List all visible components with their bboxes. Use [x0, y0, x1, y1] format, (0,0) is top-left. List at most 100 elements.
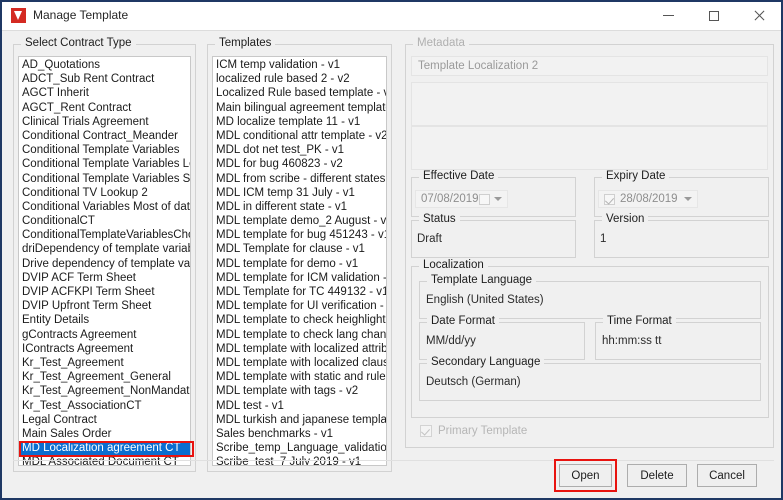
contract-type-item[interactable]: Main Sales Order [19, 427, 190, 441]
contract-type-item[interactable]: ConditionalCT [19, 214, 190, 228]
contract-type-item[interactable]: Kr_Test_Agreement [19, 356, 190, 370]
effective-date-checkbox-icon[interactable] [479, 194, 490, 205]
template-item[interactable]: MDL template for ICM validation - v1 [213, 271, 386, 285]
template-notes-field[interactable] [411, 126, 768, 170]
template-item[interactable]: localized rule based 2 - v2 [213, 72, 386, 86]
status-label: Status [419, 213, 460, 225]
time-format-label: Time Format [603, 315, 676, 327]
template-item[interactable]: Localized Rule based template - v1 [213, 86, 386, 100]
close-button[interactable] [736, 0, 781, 31]
footer-divider [13, 460, 774, 461]
contract-type-item[interactable]: Conditional TV Lookup 2 [19, 186, 190, 200]
template-item[interactable]: MD localize template 11 - v1 [213, 115, 386, 129]
effective-date-value: 07/08/2019 [421, 193, 479, 205]
contract-type-item[interactable]: Conditional Template Variables String [19, 172, 190, 186]
contract-type-item[interactable]: AGCT_Rent Contract [19, 101, 190, 115]
template-item[interactable]: MDL for bug 460823 - v2 [213, 157, 386, 171]
expiry-date-picker[interactable]: 28/08/2019 [598, 190, 698, 208]
localization-label: Localization [419, 259, 488, 271]
contract-type-item[interactable]: ADCT_Sub Rent Contract [19, 72, 190, 86]
template-description-field[interactable] [411, 82, 768, 126]
contract-type-item[interactable]: MD Localization agreement CT [19, 441, 190, 455]
template-item[interactable]: MDL from scribe - different states - [213, 172, 386, 186]
expiry-date-checkbox-icon[interactable] [604, 194, 615, 205]
secondary-language-value: Deutsch (German) [426, 376, 521, 388]
template-item[interactable]: MDL template with localized clause - [213, 356, 386, 370]
contract-type-item[interactable]: Kr_Test_AssociationCT [19, 399, 190, 413]
primary-template-checkbox[interactable]: Primary Template [420, 425, 527, 437]
version-group: Version [594, 220, 769, 258]
contract-type-item[interactable]: gContracts Agreement [19, 328, 190, 342]
maximize-icon [709, 11, 719, 21]
minimize-icon [663, 15, 674, 16]
template-item[interactable]: MDL conditional attr template - v2 [213, 129, 386, 143]
metadata-label: Metadata [413, 37, 469, 49]
template-item[interactable]: MDL ICM temp 31 July - v1 [213, 186, 386, 200]
status-value: Draft [417, 233, 442, 245]
date-format-label: Date Format [427, 315, 499, 327]
secondary-language-label: Secondary Language [427, 356, 544, 368]
template-name-field[interactable]: Template Localization 2 [411, 56, 768, 76]
contract-type-item[interactable]: Conditional Template Variables [19, 143, 190, 157]
template-item[interactable]: Main bilingual agreement template - [213, 101, 386, 115]
template-item[interactable]: MDL template to check heighlight fro [213, 313, 386, 327]
template-item[interactable]: MDL template demo_2 August - v3 [213, 214, 386, 228]
manage-template-dialog: Manage Template Select Contract Type AD_… [0, 0, 783, 500]
primary-template-label: Primary Template [438, 425, 527, 437]
contract-type-item[interactable]: Kr_Test_Agreement_General [19, 370, 190, 384]
template-item[interactable]: MDL Template for TC 449132 - v1 [213, 285, 386, 299]
time-format-value: hh:mm:ss tt [602, 335, 661, 347]
app-red-triangle-icon [11, 8, 26, 23]
expiry-date-dropdown-icon[interactable] [684, 197, 692, 201]
expiry-date-label: Expiry Date [602, 170, 669, 182]
contract-type-item[interactable]: Kr_Test_Agreement_NonMandatory [19, 384, 190, 398]
select-contract-type-label: Select Contract Type [21, 37, 136, 49]
contract-type-item[interactable]: IContracts Agreement [19, 342, 190, 356]
open-button[interactable]: Open [559, 464, 612, 487]
minimize-button[interactable] [646, 0, 691, 31]
window-controls [646, 0, 781, 31]
contract-type-item[interactable]: DVIP ACFKPI Term Sheet [19, 285, 190, 299]
template-item[interactable]: MDL template with static and rule ba [213, 370, 386, 384]
contract-type-item[interactable]: Legal Contract [19, 413, 190, 427]
template-item[interactable]: MDL template for UI verification - v1 [213, 299, 386, 313]
templates-label: Templates [215, 37, 275, 49]
template-item[interactable]: MDL template with localized attribute [213, 342, 386, 356]
effective-date-dropdown-icon[interactable] [494, 197, 502, 201]
contract-type-item[interactable]: DVIP Upfront Term Sheet [19, 299, 190, 313]
template-item[interactable]: MDL template to check lang change i [213, 328, 386, 342]
template-item[interactable]: MDL template with tags - v2 [213, 384, 386, 398]
template-item[interactable]: MDL dot net test_PK - v1 [213, 143, 386, 157]
effective-date-label: Effective Date [419, 170, 498, 182]
contract-type-item[interactable]: Conditional Template Variables Looku [19, 157, 190, 171]
contract-type-item[interactable]: Drive dependency of template variab [19, 257, 190, 271]
template-item[interactable]: Sales benchmarks - v1 [213, 427, 386, 441]
contract-type-item[interactable]: AD_Quotations [19, 58, 190, 72]
contract-type-item[interactable]: Conditional Contract_Meander [19, 129, 190, 143]
template-item[interactable]: MDL test - v1 [213, 399, 386, 413]
contract-type-item[interactable]: DVIP ACF Term Sheet [19, 271, 190, 285]
title-bar: Manage Template [2, 0, 781, 31]
template-language-value: English (United States) [426, 294, 544, 306]
effective-date-picker[interactable]: 07/08/2019 [415, 190, 508, 208]
template-item[interactable]: ICM temp validation - v1 [213, 58, 386, 72]
template-item[interactable]: MDL turkish and japanese template [213, 413, 386, 427]
version-value: 1 [600, 233, 606, 245]
contract-type-item[interactable]: ConditionalTemplateVariablesChoice [19, 228, 190, 242]
contract-type-item[interactable]: Conditional Variables Most of datatyp [19, 200, 190, 214]
template-item[interactable]: MDL Template for clause - v1 [213, 242, 386, 256]
cancel-button[interactable]: Cancel [697, 464, 757, 487]
contract-type-listbox[interactable]: AD_QuotationsADCT_Sub Rent ContractAGCT … [18, 56, 191, 466]
checkmark-icon [420, 425, 432, 437]
contract-type-item[interactable]: driDependency of template variables [19, 242, 190, 256]
delete-button[interactable]: Delete [627, 464, 687, 487]
maximize-button[interactable] [691, 0, 736, 31]
template-item[interactable]: Scribe_temp_Language_validation - [213, 441, 386, 455]
template-item[interactable]: MDL template for bug 451243 - v1 [213, 228, 386, 242]
contract-type-item[interactable]: Entity Details [19, 313, 190, 327]
contract-type-item[interactable]: AGCT Inherit [19, 86, 190, 100]
templates-listbox[interactable]: ICM temp validation - v1localized rule b… [212, 56, 387, 466]
template-item[interactable]: MDL in different state - v1 [213, 200, 386, 214]
template-item[interactable]: MDL template for demo - v1 [213, 257, 386, 271]
contract-type-item[interactable]: Clinical Trials Agreement [19, 115, 190, 129]
